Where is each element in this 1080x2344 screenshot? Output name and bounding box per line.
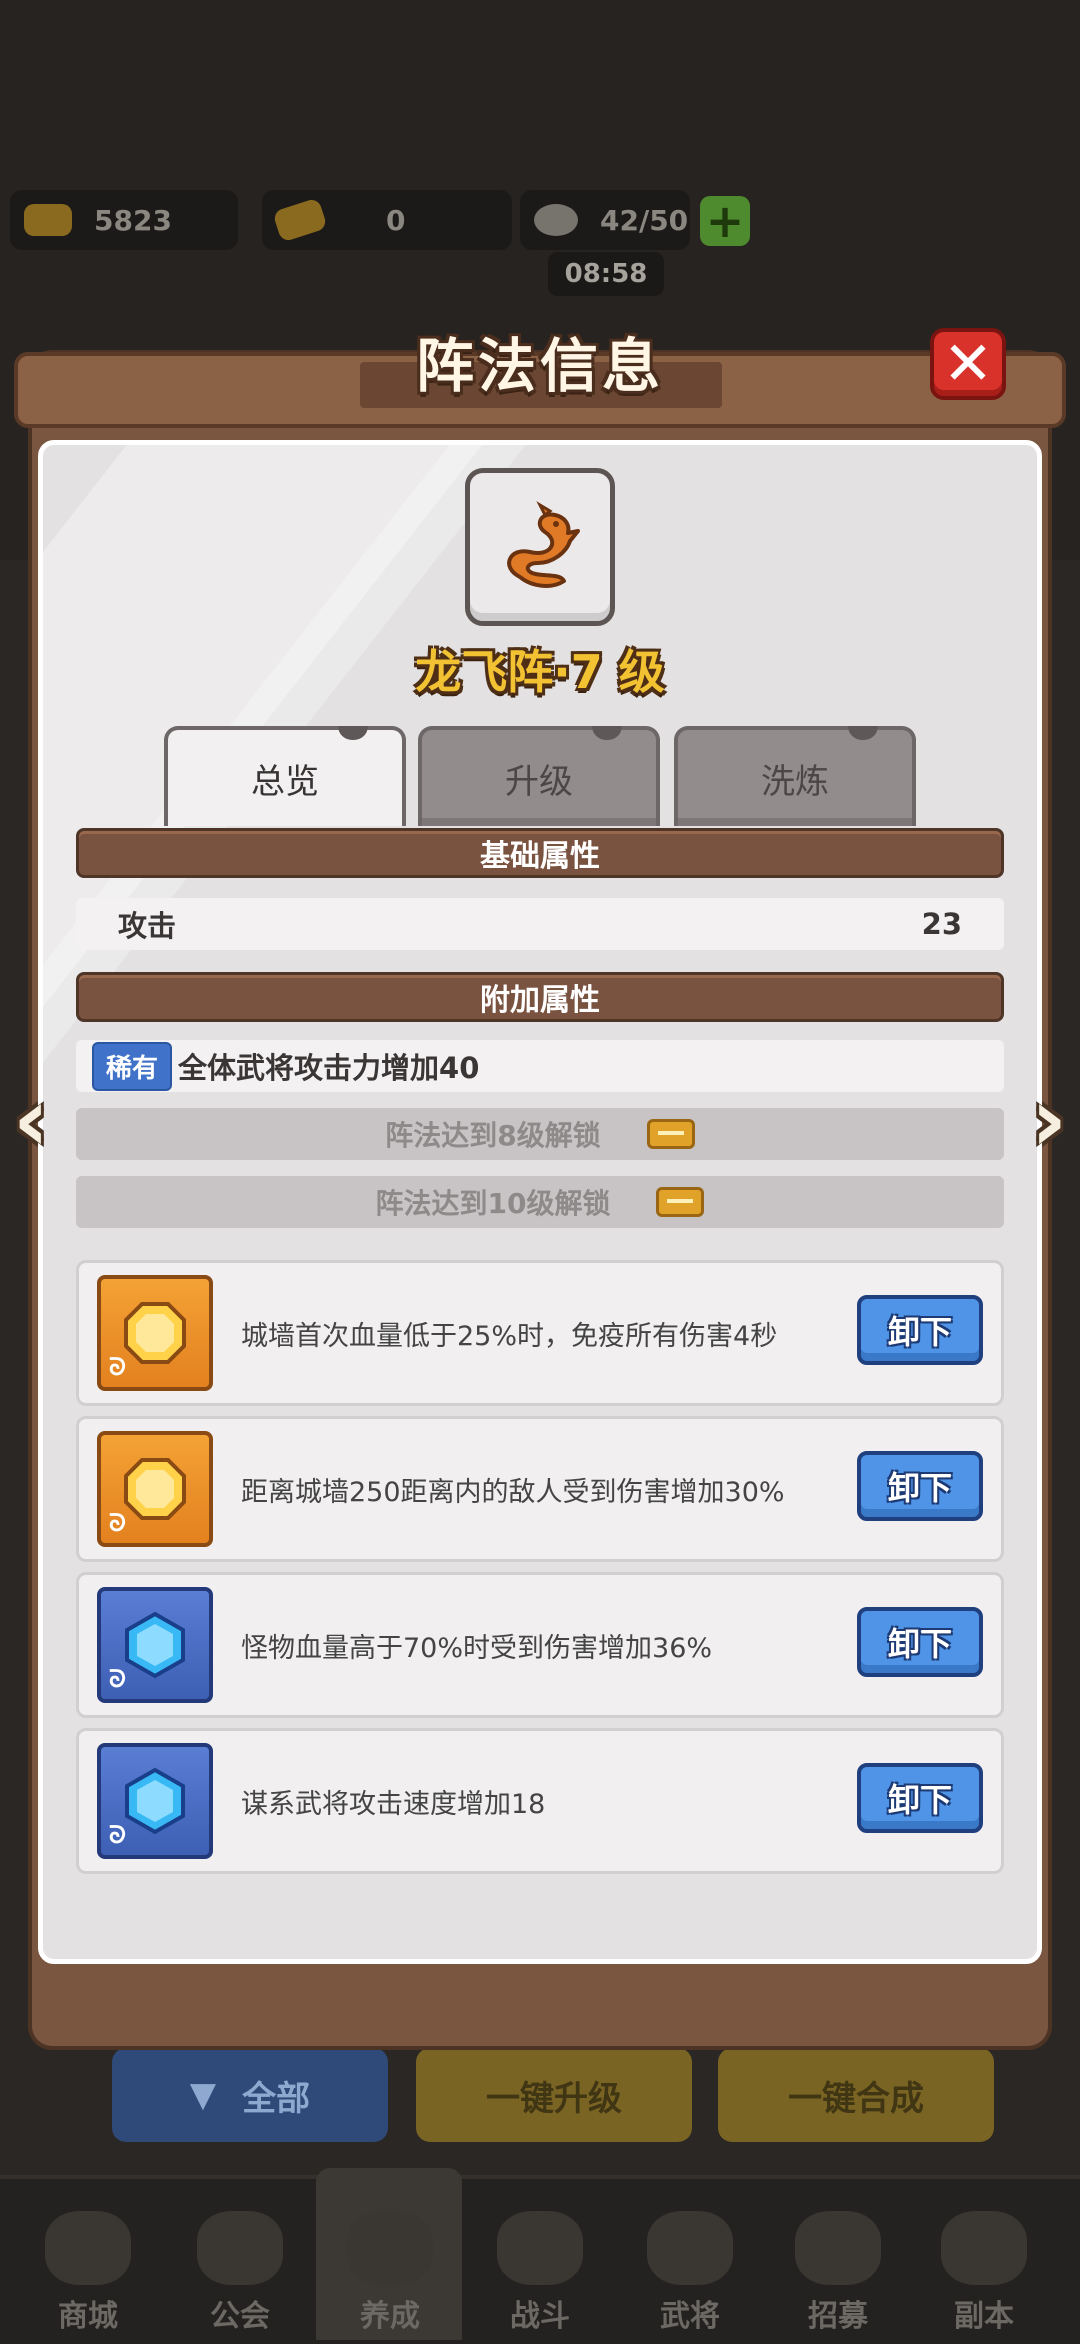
gem-slot: ᘐ 城墙首次血量低于25%时，免疫所有伤害4秒 卸下 <box>76 1260 1004 1406</box>
modal-title: 阵法信息 <box>415 332 664 400</box>
tab-upgrade-label: 升级 <box>505 761 573 802</box>
nav-guild-label: 公会 <box>210 2299 270 2334</box>
chest-icon <box>656 1187 705 1217</box>
nav-dungeon[interactable]: 副本 <box>914 2185 1054 2335</box>
hexagon-gem-icon <box>125 1611 185 1679</box>
nav-shop[interactable]: 商城 <box>18 2185 158 2335</box>
tab-overview[interactable]: 总览 <box>164 726 406 826</box>
blue-gem-slot-icon: ᘐ <box>97 1743 213 1859</box>
swirl-icon: ᘐ <box>109 1353 126 1381</box>
stamina-timer: 08:58 <box>548 252 664 296</box>
gem-slot: ᘐ 谋系武将攻击速度增加18 卸下 <box>76 1728 1004 1874</box>
stamina-amount: 42/50 <box>600 203 689 237</box>
next-formation-button[interactable]: › <box>1020 1076 1078 1164</box>
stamina-resource: 42/50 <box>520 190 690 250</box>
upgrade-all-button[interactable]: 一键升级 <box>416 2048 692 2142</box>
nav-develop-label: 养成 <box>360 2299 420 2334</box>
octagon-gem-icon <box>124 1458 186 1520</box>
gem-effect-text: 城墙首次血量低于25%时，免疫所有伤害4秒 <box>241 1320 778 1352</box>
guild-icon <box>197 2211 283 2285</box>
triangle-down-icon: ▼ <box>189 2075 217 2115</box>
close-icon: ✕ <box>942 329 994 399</box>
locked-attribute-text: 阵法达到10级解锁 <box>375 1187 611 1220</box>
helmet-icon <box>647 2211 733 2285</box>
gold-icon <box>24 204 72 236</box>
shop-icon <box>45 2211 131 2285</box>
unload-gem-button[interactable]: 卸下 <box>857 1607 983 1677</box>
tab-upgrade[interactable]: 升级 <box>418 726 660 826</box>
tab-notch <box>338 726 368 740</box>
attribute-row-attack: 攻击 23 <box>76 898 1004 950</box>
tab-overview-label: 总览 <box>251 761 319 802</box>
add-stamina-button[interactable]: + <box>700 196 750 246</box>
ingot-icon <box>272 197 328 243</box>
unload-gem-button[interactable]: 卸下 <box>857 1295 983 1365</box>
gold-amount: 5823 <box>94 203 172 237</box>
locked-attribute-lv10: 阵法达到10级解锁 <box>76 1176 1004 1228</box>
formation-name-level: 龙飞阵·7 级 <box>415 645 665 699</box>
tab-refine[interactable]: 洗炼 <box>674 726 916 826</box>
tab-notch <box>592 726 622 740</box>
nav-generals-label: 武将 <box>660 2299 720 2334</box>
gem-effect-text: 距离城墙250距离内的敌人受到伤害增加30% <box>241 1476 785 1508</box>
merge-all-button[interactable]: 一键合成 <box>718 2048 994 2142</box>
chevron-left-icon: ‹ <box>12 1068 50 1171</box>
nav-guild[interactable]: 公会 <box>170 2185 310 2335</box>
close-button[interactable]: ✕ <box>930 328 1006 400</box>
rare-attribute-row: 稀有 全体武将攻击力增加40 <box>76 1040 1004 1092</box>
gem-effect-text: 谋系武将攻击速度增加18 <box>241 1788 546 1820</box>
rare-badge: 稀有 <box>92 1041 173 1091</box>
orange-gem-slot-icon: ᘐ <box>97 1431 213 1547</box>
develop-icon <box>347 2211 433 2285</box>
recruit-icon <box>795 2211 881 2285</box>
octagon-gem-icon <box>124 1302 186 1364</box>
chevron-right-icon: › <box>1030 1068 1068 1171</box>
stamina-icon <box>534 204 578 236</box>
dungeon-icon <box>941 2211 1027 2285</box>
filter-all-label: 全部 <box>242 2078 311 2119</box>
gem-effect-text: 怪物血量高于70%时受到伤害增加36% <box>241 1632 713 1664</box>
gem-slot: ᘐ 怪物血量高于70%时受到伤害增加36% 卸下 <box>76 1572 1004 1718</box>
unload-gem-button[interactable]: 卸下 <box>857 1763 983 1833</box>
formation-icon-frame <box>465 468 615 626</box>
blue-gem-slot-icon: ᘐ <box>97 1587 213 1703</box>
nav-develop[interactable]: 养成 <box>320 2185 460 2335</box>
dragon-icon <box>507 501 580 588</box>
hexagon-gem-icon <box>125 1767 185 1835</box>
locked-attribute-lv8: 阵法达到8级解锁 <box>76 1108 1004 1160</box>
nav-dungeon-label: 副本 <box>954 2299 1014 2334</box>
nav-recruit-label: 招募 <box>808 2299 868 2334</box>
swirl-icon: ᘐ <box>109 1821 126 1849</box>
ingot-amount: 0 <box>386 203 406 237</box>
previous-formation-button[interactable]: ‹ <box>2 1076 60 1164</box>
swirl-icon: ᘐ <box>109 1665 126 1693</box>
swords-icon <box>497 2211 583 2285</box>
chest-icon <box>646 1119 695 1149</box>
rare-attribute-text: 全体武将攻击力增加40 <box>178 1051 480 1085</box>
orange-gem-slot-icon: ᘐ <box>97 1275 213 1391</box>
attribute-label: 攻击 <box>118 909 177 943</box>
gem-slot: ᘐ 距离城墙250距离内的敌人受到伤害增加30% 卸下 <box>76 1416 1004 1562</box>
nav-battle[interactable]: 战斗 <box>470 2185 610 2335</box>
nav-battle-label: 战斗 <box>510 2299 570 2334</box>
nav-shop-label: 商城 <box>58 2299 118 2334</box>
basic-attributes-header: 基础属性 <box>76 828 1004 878</box>
nav-recruit[interactable]: 招募 <box>768 2185 908 2335</box>
extra-attributes-header: 附加属性 <box>76 972 1004 1022</box>
nav-generals[interactable]: 武将 <box>620 2185 760 2335</box>
attribute-value: 23 <box>921 907 962 941</box>
unload-gem-button[interactable]: 卸下 <box>857 1451 983 1521</box>
filter-all-button[interactable]: ▼ 全部 <box>112 2048 388 2142</box>
gold-resource: 5823 <box>10 190 238 250</box>
tab-notch <box>848 726 878 740</box>
swirl-icon: ᘐ <box>109 1509 126 1537</box>
tab-refine-label: 洗炼 <box>761 761 829 802</box>
locked-attribute-text: 阵法达到8级解锁 <box>385 1119 601 1152</box>
ingot-resource: 0 <box>262 190 512 250</box>
